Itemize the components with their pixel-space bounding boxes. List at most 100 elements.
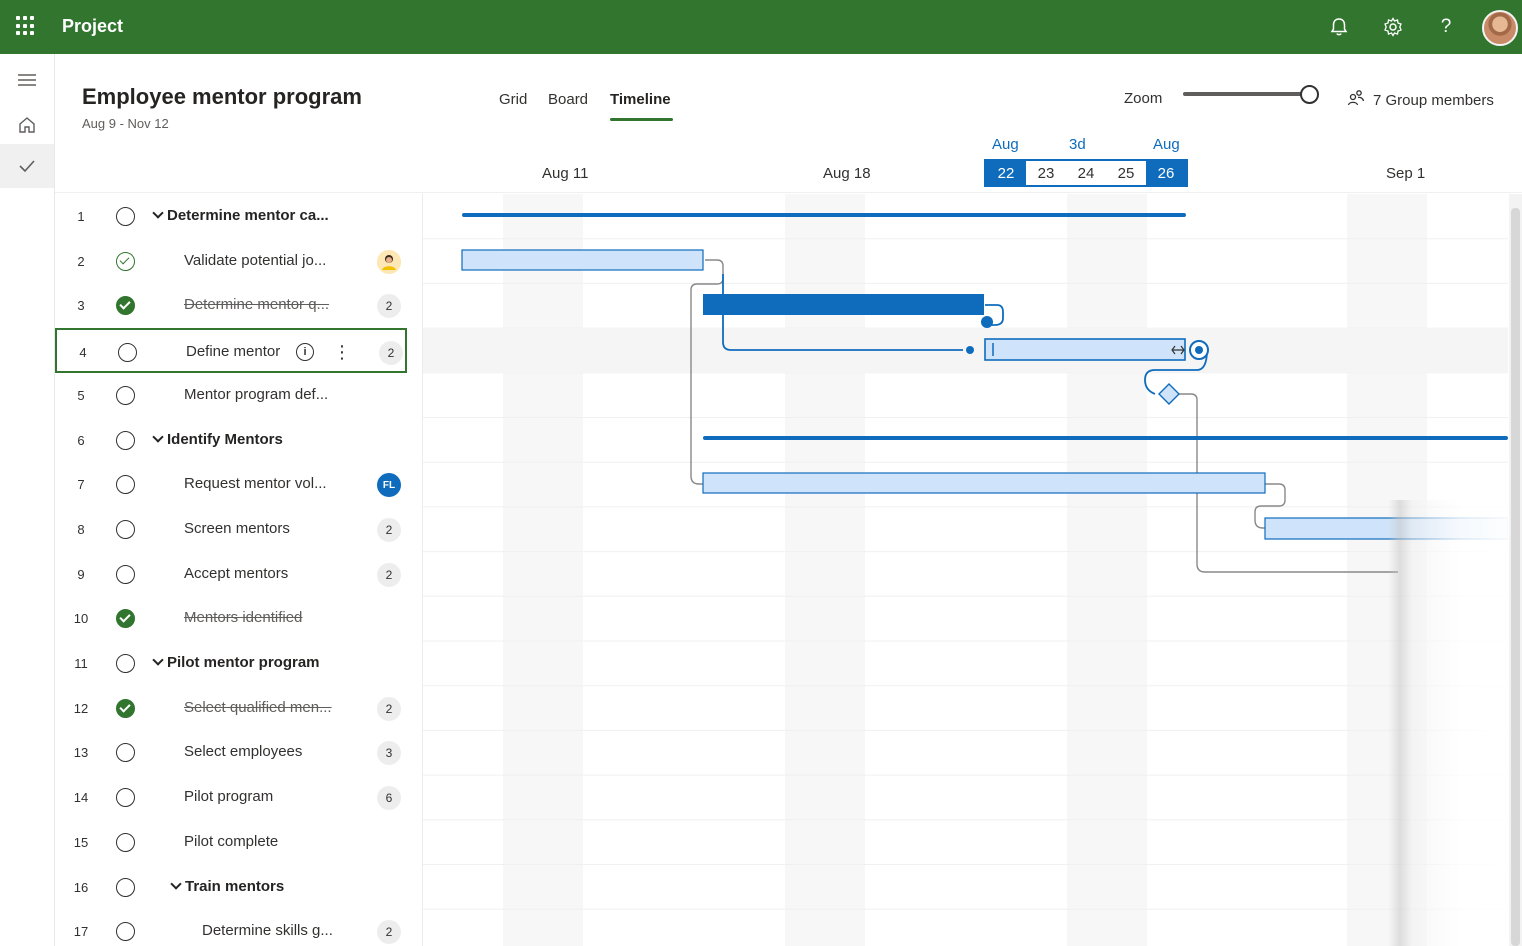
group-members-button[interactable]: 7 Group members	[1347, 89, 1494, 111]
tab-timeline[interactable]: Timeline	[610, 91, 671, 108]
waffle-icon[interactable]	[16, 16, 36, 36]
tab-board[interactable]: Board	[548, 91, 588, 108]
task-row[interactable]: 4 Define mentor i ⋮ 2	[55, 328, 407, 373]
task-row[interactable]: 2 Validate potential jo...	[55, 239, 407, 284]
task-complete-checkbox[interactable]	[116, 385, 135, 405]
summary-bar[interactable]	[703, 436, 1508, 440]
task-number: 16	[73, 879, 89, 895]
assignee-avatar[interactable]: FL	[377, 473, 401, 498]
scrollbar-thumb[interactable]	[1511, 208, 1520, 946]
task-row[interactable]: 11 Pilot mentor program	[55, 641, 407, 686]
task-row[interactable]: 14 Pilot program 6	[55, 775, 407, 820]
task-row[interactable]: 7 Request mentor vol... FL	[55, 462, 407, 507]
summary-bar[interactable]	[462, 213, 1186, 217]
task-complete-checkbox[interactable]	[116, 296, 135, 316]
day-cell[interactable]: 24	[1066, 160, 1106, 186]
task-complete-checkbox[interactable]	[116, 207, 135, 226]
task-name[interactable]: Determine skills g...	[202, 922, 333, 939]
task-complete-checkbox[interactable]	[116, 743, 135, 763]
home-icon[interactable]	[0, 103, 54, 147]
task-bar[interactable]	[703, 294, 984, 315]
user-avatar[interactable]	[1482, 10, 1518, 46]
task-name[interactable]: Define mentor	[186, 343, 280, 360]
task-row[interactable]: 16 Train mentors	[55, 865, 407, 910]
assignee-count-badge[interactable]: 2	[377, 562, 401, 587]
task-name[interactable]: Pilot program	[184, 788, 273, 805]
gear-icon[interactable]	[1380, 14, 1406, 40]
task-name[interactable]: Accept mentors	[184, 565, 288, 582]
zoom-slider-thumb[interactable]	[1300, 85, 1319, 104]
task-complete-checkbox[interactable]	[116, 251, 135, 271]
task-name[interactable]: Pilot complete	[184, 833, 278, 850]
connector-handle[interactable]	[966, 346, 974, 354]
day-cell[interactable]: 23	[1026, 160, 1066, 186]
chevron-down-icon[interactable]	[152, 431, 166, 447]
assignee-count-badge[interactable]: 2	[379, 341, 403, 366]
task-name[interactable]: Select qualified men...	[184, 699, 332, 716]
assignee-count-badge[interactable]: 6	[377, 786, 401, 811]
task-name[interactable]: Mentors identified	[184, 609, 302, 626]
assignee-count-badge[interactable]: 2	[377, 294, 401, 319]
task-bar-selected[interactable]	[984, 338, 1186, 361]
chevron-down-icon[interactable]	[152, 207, 166, 223]
checkmark-icon[interactable]	[0, 144, 54, 188]
day-cell[interactable]: 26	[1146, 160, 1186, 186]
task-complete-checkbox[interactable]	[116, 698, 135, 718]
task-complete-checkbox[interactable]	[116, 654, 135, 673]
day-cell[interactable]: 25	[1106, 160, 1146, 186]
project-title[interactable]: Employee mentor program	[82, 84, 362, 110]
tab-grid[interactable]: Grid	[499, 91, 527, 108]
task-complete-checkbox[interactable]	[116, 430, 135, 450]
zoom-slider-track[interactable]	[1183, 92, 1307, 96]
assignee-count-badge[interactable]: 3	[377, 741, 401, 766]
assignee-count-badge[interactable]: 2	[377, 920, 401, 945]
task-row[interactable]: 13 Select employees 3	[55, 730, 407, 775]
task-name[interactable]: Pilot mentor program	[167, 654, 320, 671]
task-name[interactable]: Request mentor vol...	[184, 475, 327, 492]
assignee-count-badge[interactable]: 2	[377, 517, 401, 542]
task-name[interactable]: Select employees	[184, 743, 302, 760]
task-complete-checkbox[interactable]	[116, 519, 135, 539]
task-row[interactable]: 1 Determine mentor ca...	[55, 194, 407, 239]
task-complete-checkbox[interactable]	[116, 788, 135, 808]
task-name[interactable]: Train mentors	[185, 878, 284, 895]
task-complete-checkbox[interactable]	[116, 877, 135, 897]
connector-handle[interactable]	[981, 316, 993, 328]
hamburger-icon[interactable]	[0, 58, 54, 102]
task-complete-checkbox[interactable]	[118, 343, 137, 363]
help-icon[interactable]: ?	[1433, 14, 1459, 40]
task-row[interactable]: 8 Screen mentors 2	[55, 507, 407, 552]
task-row[interactable]: 15 Pilot complete	[55, 820, 407, 865]
task-row[interactable]: 12 Select qualified men... 2	[55, 686, 407, 731]
more-vertical-icon[interactable]: ⋮	[333, 342, 351, 362]
task-row[interactable]: 17 Determine skills g... 2	[55, 909, 407, 946]
milestone-diamond[interactable]	[1158, 383, 1180, 405]
task-name[interactable]: Determine mentor ca...	[167, 207, 329, 224]
task-name[interactable]: Determine mentor q...	[184, 296, 329, 313]
task-row[interactable]: 10 Mentors identified	[55, 596, 407, 641]
day-cell[interactable]: 22	[986, 160, 1026, 186]
chevron-down-icon[interactable]	[170, 878, 184, 894]
assignee-avatar[interactable]	[377, 249, 401, 274]
task-row[interactable]: 3 Determine mentor q... 2	[55, 283, 407, 328]
task-complete-checkbox[interactable]	[116, 922, 135, 942]
chevron-down-icon[interactable]	[152, 654, 166, 670]
task-row[interactable]: 9 Accept mentors 2	[55, 552, 407, 597]
info-icon[interactable]: i	[296, 343, 314, 362]
task-bar[interactable]	[702, 472, 1266, 494]
task-row[interactable]: 6 Identify Mentors	[55, 418, 407, 463]
task-name[interactable]: Mentor program def...	[184, 386, 328, 403]
task-row[interactable]: 5 Mentor program def...	[55, 373, 407, 418]
assignee-count-badge[interactable]: 2	[377, 696, 401, 721]
task-name[interactable]: Validate potential jo...	[184, 252, 326, 269]
task-complete-checkbox[interactable]	[116, 832, 135, 852]
task-complete-checkbox[interactable]	[116, 564, 135, 584]
bell-icon[interactable]	[1326, 14, 1352, 40]
task-name[interactable]: Screen mentors	[184, 520, 290, 537]
task-name[interactable]: Identify Mentors	[167, 431, 283, 448]
task-complete-checkbox[interactable]	[116, 609, 135, 629]
task-bar[interactable]	[461, 249, 704, 271]
task-complete-checkbox[interactable]	[116, 475, 135, 495]
app-title[interactable]: Project	[62, 16, 123, 37]
header-divider	[55, 192, 1522, 193]
